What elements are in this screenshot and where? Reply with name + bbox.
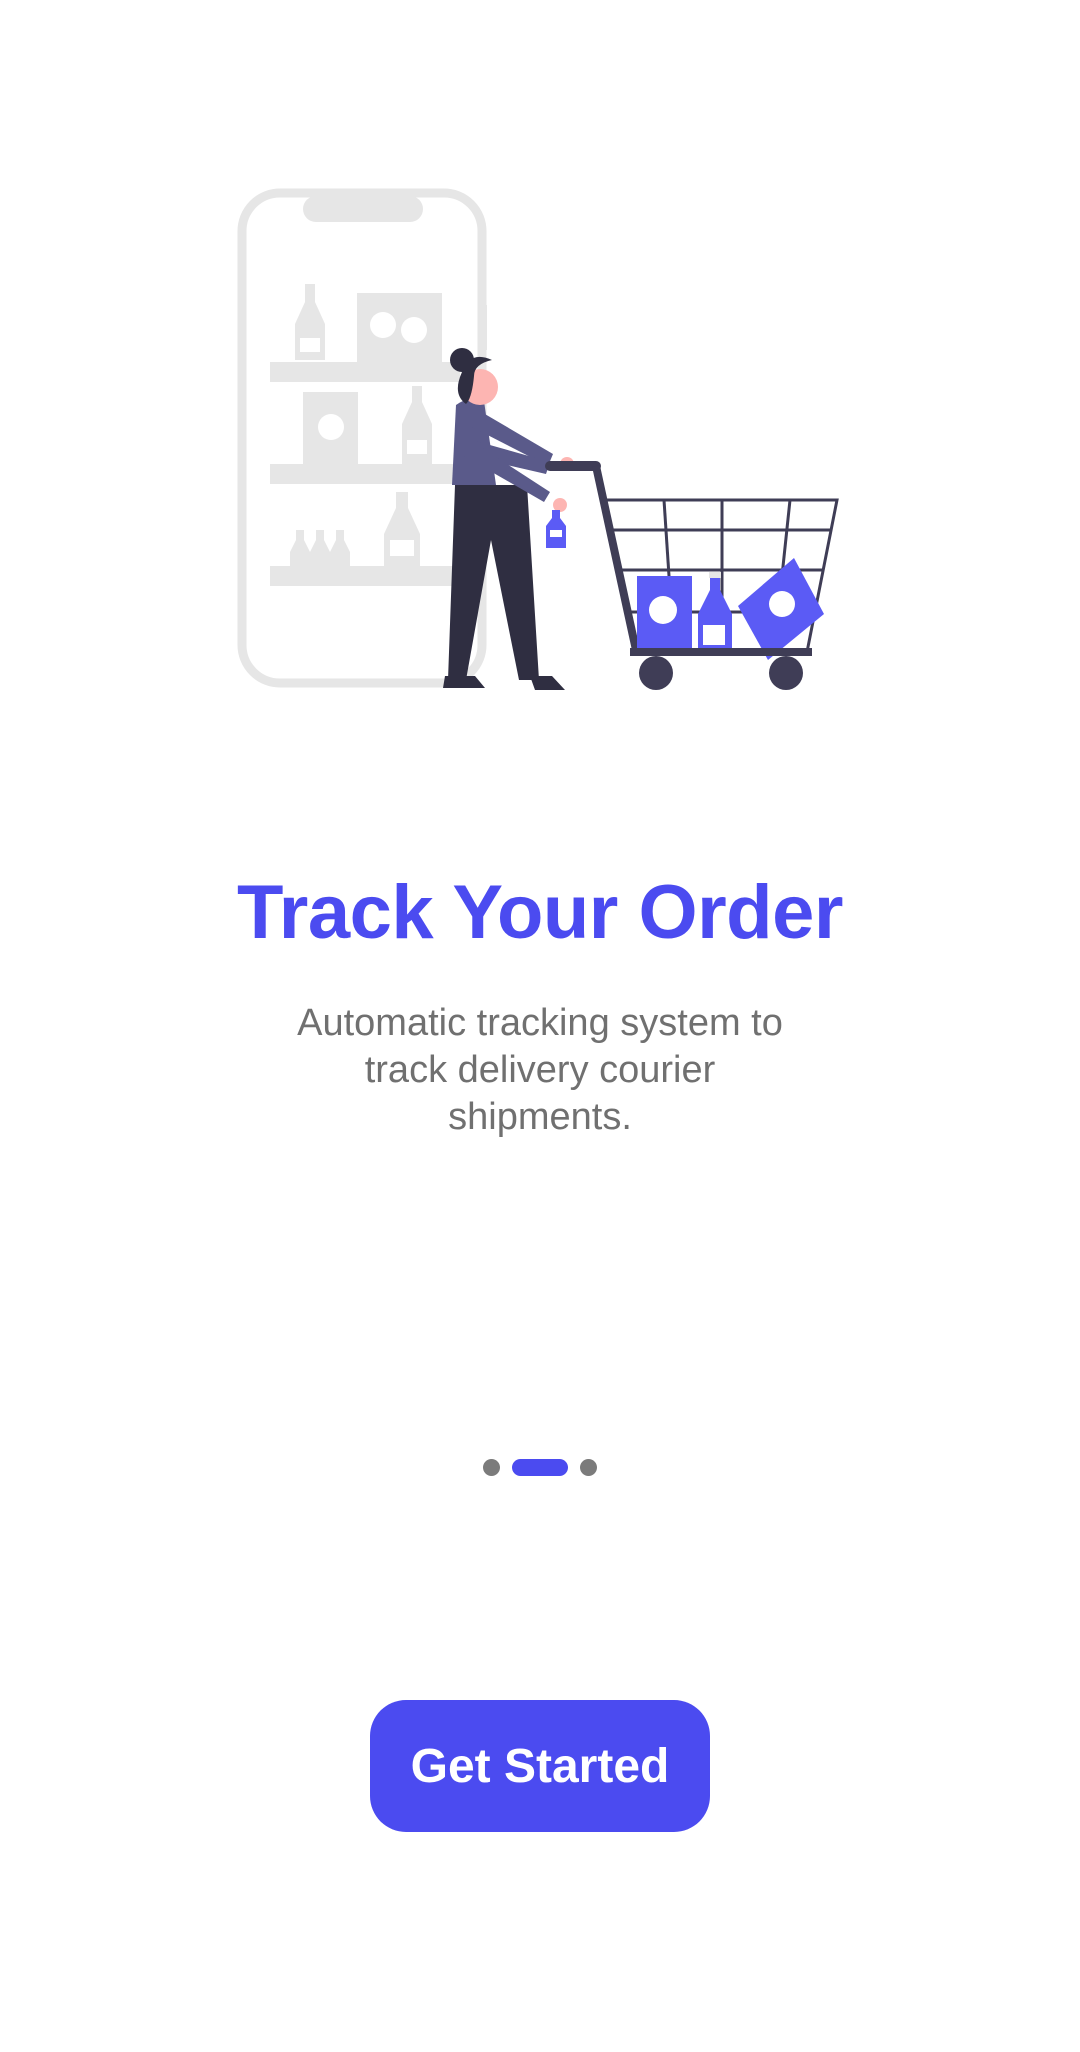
page-dot-3[interactable] [580,1458,597,1476]
page-indicator[interactable] [0,1457,1080,1477]
hero-illustration [0,0,1080,800]
phone-icon [237,188,487,688]
shopping-cart-illustration [237,188,839,690]
shopper-figure [443,348,574,690]
page-title: Track Your Order [237,870,843,955]
cart-icon [545,461,839,690]
page-subtitle: Automatic tracking system to track deliv… [297,1002,783,1138]
page-dot-2-active[interactable] [512,1458,568,1476]
page-dot-1[interactable] [483,1458,500,1476]
get-started-button[interactable]: Get Started [370,1700,710,1832]
